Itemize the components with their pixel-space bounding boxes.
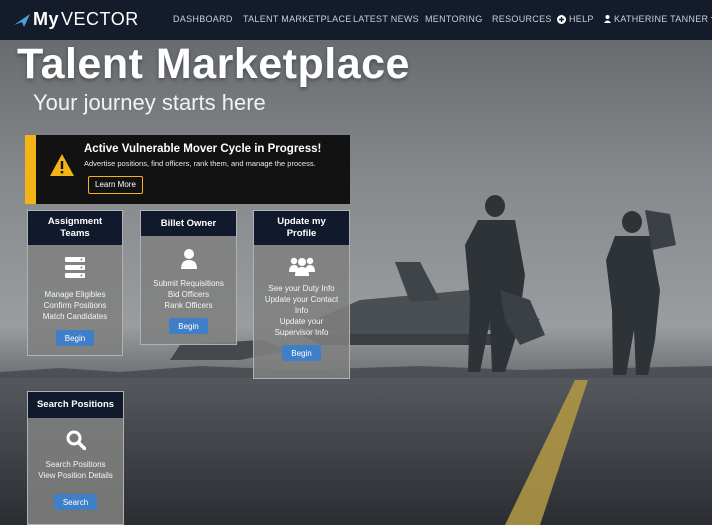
page-title: Talent Marketplace <box>17 40 410 88</box>
brand-logo[interactable]: My VECTOR <box>13 9 139 30</box>
brand-suffix: VECTOR <box>61 9 139 29</box>
jet-arrow-icon <box>14 13 30 27</box>
card-line: Update your Contact <box>264 295 339 304</box>
card-title-line1: Assignment <box>47 216 103 227</box>
billet-begin-button[interactable]: Begin <box>169 318 208 334</box>
card-update-profile: Update my Profile See your Duty Info Upd… <box>253 210 350 379</box>
warning-triangle-icon <box>50 154 74 176</box>
nav-help-label: HELP <box>569 14 594 24</box>
nav-help[interactable]: HELP <box>557 14 604 24</box>
card-header: Billet Owner <box>141 211 236 236</box>
person-icon <box>180 249 197 269</box>
search-button[interactable]: Search <box>53 494 98 510</box>
card-description: Search Positions View Position Details <box>28 459 123 481</box>
card-title-line2: Profile <box>286 228 317 239</box>
card-line: See your Duty Info <box>268 284 335 293</box>
card-description: Submit Requisitions Bid Officers Rank Of… <box>141 278 236 311</box>
card-billet-owner: Billet Owner Submit Requisitions Bid Off… <box>140 210 237 345</box>
card-line: Manage Eligibles <box>44 290 106 299</box>
card-description: Manage Eligibles Confirm Positions Match… <box>28 289 122 322</box>
card-title: Billet Owner <box>160 217 217 229</box>
page-subtitle: Your journey starts here <box>33 90 266 115</box>
plus-circle-icon <box>557 14 566 24</box>
user-icon <box>604 15 611 23</box>
card-header: Search Positions <box>28 392 123 418</box>
nav-latest-news[interactable]: LATEST NEWS <box>353 14 425 24</box>
nav-user-name: KATHERINE TANNER <box>614 14 709 24</box>
alert-description: Advertise positions, find officers, rank… <box>84 159 316 168</box>
profile-begin-button[interactable]: Begin <box>282 345 321 361</box>
card-line: Submit Requisitions <box>153 279 224 288</box>
card-line: Bid Officers <box>167 290 210 299</box>
alert-title: Active Vulnerable Mover Cycle in Progres… <box>84 143 322 155</box>
brand-prefix: My <box>33 9 60 29</box>
card-title-line2: Teams <box>60 228 90 239</box>
nav-talent-marketplace[interactable]: TALENT MARKETPLACE <box>243 14 353 24</box>
cycle-alert-banner: Active Vulnerable Mover Cycle in Progres… <box>25 135 350 204</box>
server-list-icon <box>65 257 85 278</box>
nav-resources[interactable]: RESOURCES <box>492 14 557 24</box>
card-assignment-teams: Assignment Teams Manage Eligibles Confir… <box>27 210 123 356</box>
card-description: See your Duty Info Update your Contact I… <box>254 283 349 338</box>
nav-dashboard[interactable]: DASHBOARD <box>173 14 243 24</box>
card-line: Update your <box>279 317 324 326</box>
card-line: Rank Officers <box>164 301 213 310</box>
card-line: Supervisor Info <box>274 328 329 337</box>
assignment-begin-button[interactable]: Begin <box>55 330 95 346</box>
card-title-line1: Update my <box>277 216 326 227</box>
card-line: Match Candidates <box>42 312 108 321</box>
card-line: Search Positions <box>45 460 106 469</box>
card-line: Confirm Positions <box>43 301 107 310</box>
card-header: Assignment Teams <box>28 211 122 245</box>
top-navbar: My VECTOR DASHBOARD TALENT MARKETPLACE LA… <box>0 0 712 40</box>
nav-user-menu[interactable]: KATHERINE TANNER <box>604 14 712 24</box>
learn-more-button[interactable]: Learn More <box>88 176 143 194</box>
search-icon <box>66 430 86 450</box>
nav-links: DASHBOARD TALENT MARKETPLACE LATEST NEWS… <box>173 14 712 24</box>
card-title: Search Positions <box>36 399 115 410</box>
group-icon <box>288 257 315 276</box>
card-line: View Position Details <box>38 471 113 480</box>
card-header: Update my Profile <box>254 211 349 245</box>
nav-mentoring[interactable]: MENTORING <box>425 14 492 24</box>
card-search-positions: Search Positions Search Positions View P… <box>27 391 124 525</box>
card-line: Info <box>294 306 309 315</box>
